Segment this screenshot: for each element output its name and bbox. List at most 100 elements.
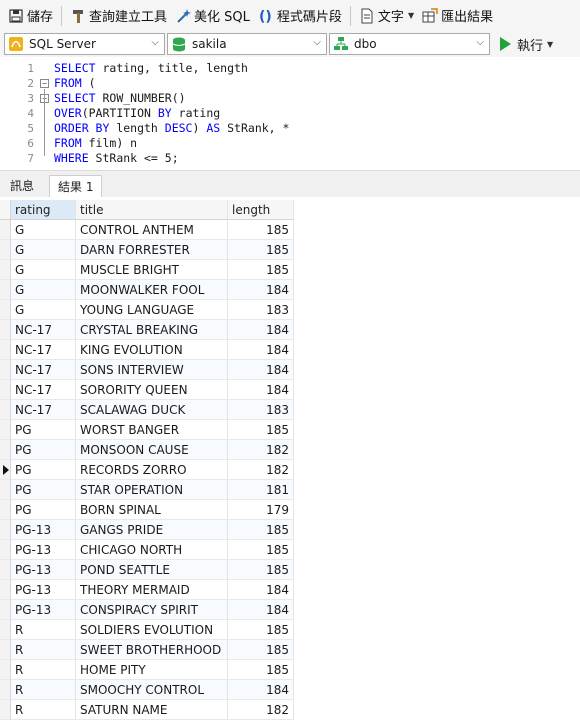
row-selector[interactable] <box>0 240 11 260</box>
cell-length[interactable]: 181 <box>228 480 294 500</box>
row-selector[interactable] <box>0 600 11 620</box>
cell-rating[interactable]: G <box>11 220 76 240</box>
column-header-length[interactable]: length <box>228 200 294 220</box>
cell-title[interactable]: CONSPIRACY SPIRIT <box>76 600 228 620</box>
cell-rating[interactable]: PG <box>11 420 76 440</box>
cell-title[interactable]: CRYSTAL BREAKING <box>76 320 228 340</box>
row-selector[interactable] <box>0 500 11 520</box>
editor-line[interactable]: 3−SELECT ROW_NUMBER() <box>0 91 580 106</box>
cell-rating[interactable]: PG-13 <box>11 560 76 580</box>
cell-title[interactable]: SONS INTERVIEW <box>76 360 228 380</box>
cell-length[interactable]: 184 <box>228 580 294 600</box>
cell-title[interactable]: POND SEATTLE <box>76 560 228 580</box>
row-selector[interactable] <box>0 580 11 600</box>
row-selector[interactable] <box>0 660 11 680</box>
table-row[interactable]: PG BORN SPINAL 179 <box>0 500 294 520</box>
row-selector[interactable] <box>0 620 11 640</box>
row-selector[interactable] <box>0 400 11 420</box>
row-selector[interactable] <box>0 420 11 440</box>
row-selector[interactable] <box>0 360 11 380</box>
cell-rating[interactable]: G <box>11 260 76 280</box>
cell-length[interactable]: 183 <box>228 300 294 320</box>
cell-rating[interactable]: G <box>11 300 76 320</box>
cell-rating[interactable]: PG <box>11 480 76 500</box>
cell-rating[interactable]: PG <box>11 440 76 460</box>
row-selector[interactable] <box>0 520 11 540</box>
cell-rating[interactable]: R <box>11 620 76 640</box>
row-selector[interactable] <box>0 480 11 500</box>
results-grid[interactable]: rating title length G CONTROL ANTHEM 185 G DARN… <box>0 197 580 723</box>
table-row[interactable]: NC-17 SCALAWAG DUCK 183 <box>0 400 294 420</box>
cell-length[interactable]: 182 <box>228 460 294 480</box>
row-selector[interactable] <box>0 640 11 660</box>
cell-length[interactable]: 185 <box>228 660 294 680</box>
cell-rating[interactable]: PG <box>11 500 76 520</box>
cell-title[interactable]: SMOOCHY CONTROL <box>76 680 228 700</box>
row-selector[interactable] <box>0 280 11 300</box>
cell-length[interactable]: 184 <box>228 600 294 620</box>
row-selector[interactable] <box>0 680 11 700</box>
cell-rating[interactable]: PG-13 <box>11 520 76 540</box>
cell-title[interactable]: STAR OPERATION <box>76 480 228 500</box>
export-results-button[interactable]: 匯出結果 <box>418 4 497 28</box>
cell-title[interactable]: CONTROL ANTHEM <box>76 220 228 240</box>
table-row[interactable]: PG-13 GANGS PRIDE 185 <box>0 520 294 540</box>
editor-line[interactable]: 4 OVER(PARTITION BY rating <box>0 106 580 121</box>
cell-rating[interactable]: PG-13 <box>11 580 76 600</box>
cell-length[interactable]: 184 <box>228 280 294 300</box>
cell-title[interactable]: MUSCLE BRIGHT <box>76 260 228 280</box>
run-button[interactable]: 執行 ▼ <box>500 35 553 54</box>
editor-line[interactable]: 2− FROM ( <box>0 76 580 91</box>
cell-length[interactable]: 184 <box>228 360 294 380</box>
schema-select[interactable]: dbo ⌵ <box>329 33 490 55</box>
cell-title[interactable]: MONSOON CAUSE <box>76 440 228 460</box>
cell-title[interactable]: SCALAWAG DUCK <box>76 400 228 420</box>
cell-title[interactable]: KING EVOLUTION <box>76 340 228 360</box>
cell-rating[interactable]: R <box>11 680 76 700</box>
table-row[interactable]: R SWEET BROTHERHOOD 185 <box>0 640 294 660</box>
cell-title[interactable]: HOME PITY <box>76 660 228 680</box>
cell-title[interactable]: SORORITY QUEEN <box>76 380 228 400</box>
cell-title[interactable]: DARN FORRESTER <box>76 240 228 260</box>
cell-title[interactable]: SWEET BROTHERHOOD <box>76 640 228 660</box>
cell-length[interactable]: 184 <box>228 320 294 340</box>
row-selector[interactable] <box>0 320 11 340</box>
code-snippet-button[interactable]: () 程式碼片段 <box>254 4 346 28</box>
row-selector[interactable] <box>0 540 11 560</box>
cell-title[interactable]: THEORY MERMAID <box>76 580 228 600</box>
save-button[interactable]: 儲存 <box>4 4 57 28</box>
tab-result-1[interactable]: 結果 1 <box>49 175 103 198</box>
cell-rating[interactable]: G <box>11 240 76 260</box>
database-select[interactable]: sakila ⌵ <box>167 33 327 55</box>
cell-length[interactable]: 185 <box>228 520 294 540</box>
cell-title[interactable]: WORST BANGER <box>76 420 228 440</box>
cell-length[interactable]: 185 <box>228 240 294 260</box>
row-selector[interactable] <box>0 220 11 240</box>
table-row[interactable]: G YOUNG LANGUAGE 183 <box>0 300 294 320</box>
row-selector-header[interactable] <box>0 200 11 220</box>
cell-rating[interactable]: PG <box>11 460 76 480</box>
editor-line[interactable]: 7 WHERE StRank <= 5; <box>0 151 580 166</box>
cell-length[interactable]: 185 <box>228 220 294 240</box>
cell-length[interactable]: 185 <box>228 620 294 640</box>
cell-rating[interactable]: R <box>11 660 76 680</box>
cell-title[interactable]: SOLDIERS EVOLUTION <box>76 620 228 640</box>
cell-length[interactable]: 182 <box>228 440 294 460</box>
table-row[interactable]: PG-13 CONSPIRACY SPIRIT 184 <box>0 600 294 620</box>
row-selector[interactable] <box>0 300 11 320</box>
cell-length[interactable]: 184 <box>228 340 294 360</box>
table-row[interactable]: PG MONSOON CAUSE 182 <box>0 440 294 460</box>
table-row[interactable]: R SMOOCHY CONTROL 184 <box>0 680 294 700</box>
cell-rating[interactable]: NC-17 <box>11 320 76 340</box>
cell-rating[interactable]: R <box>11 700 76 720</box>
cell-title[interactable]: GANGS PRIDE <box>76 520 228 540</box>
cell-rating[interactable]: PG-13 <box>11 600 76 620</box>
table-row[interactable]: NC-17 KING EVOLUTION 184 <box>0 340 294 360</box>
column-header-rating[interactable]: rating <box>11 200 76 220</box>
cell-rating[interactable]: NC-17 <box>11 340 76 360</box>
editor-line[interactable]: 5 ORDER BY length DESC) AS StRank, * <box>0 121 580 136</box>
cell-rating[interactable]: G <box>11 280 76 300</box>
row-selector[interactable] <box>0 260 11 280</box>
editor-line[interactable]: 6 FROM film) n <box>0 136 580 151</box>
table-row[interactable]: PG-13 THEORY MERMAID 184 <box>0 580 294 600</box>
